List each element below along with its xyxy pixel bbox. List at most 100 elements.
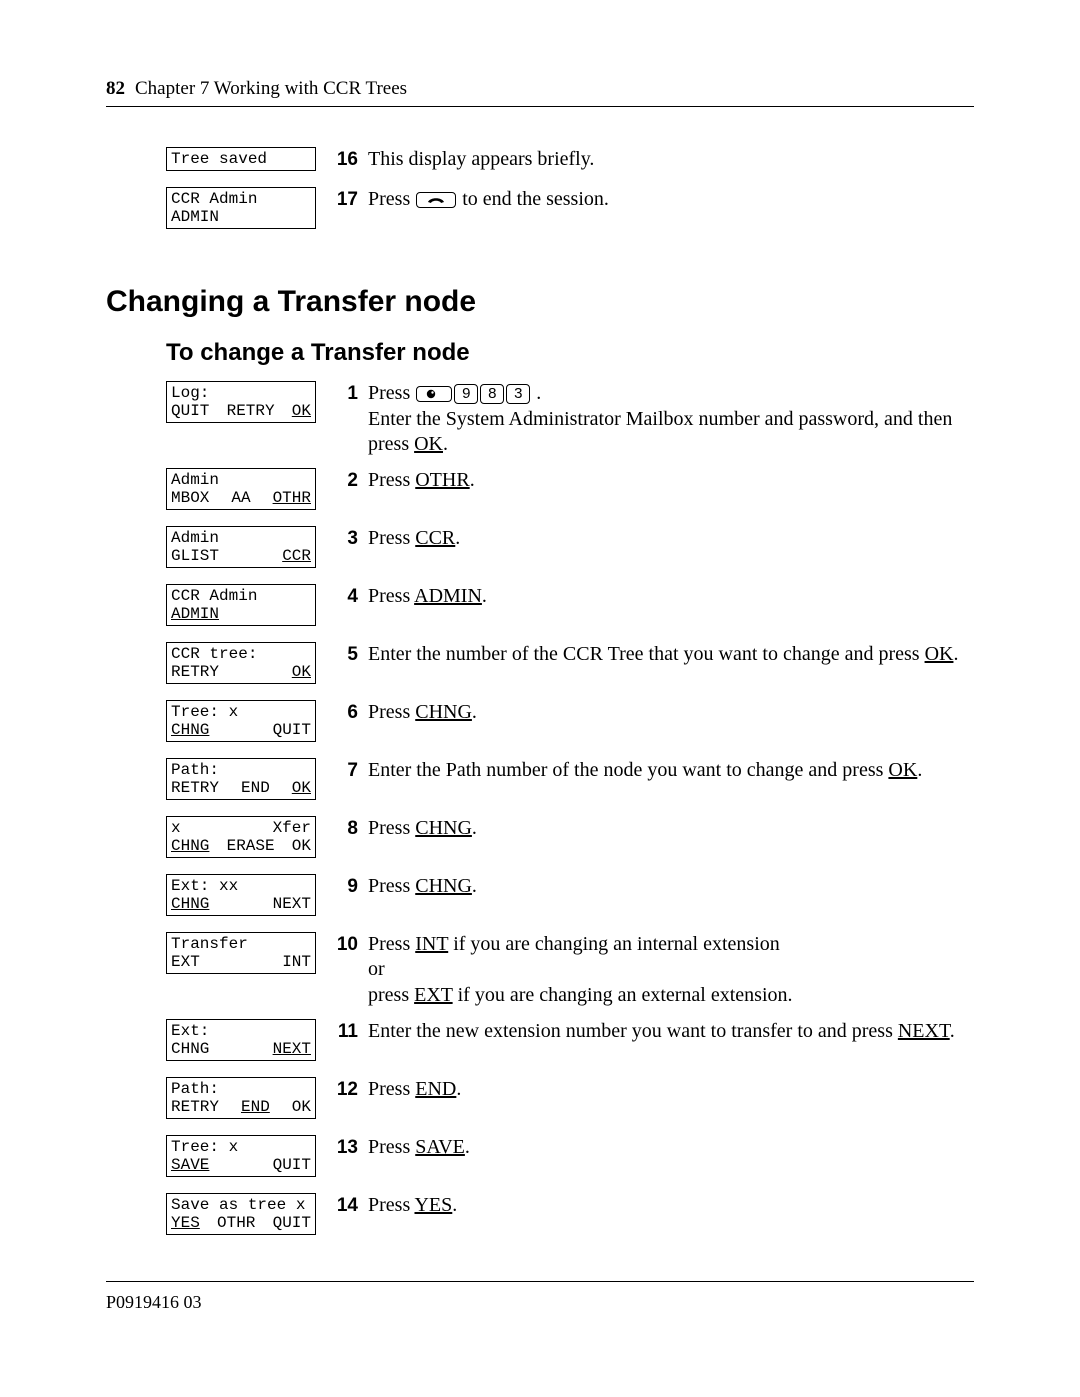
step-row: Ext: xxCHNGNEXT9Press CHNG. (166, 874, 974, 922)
lcd-text: Save as tree x (171, 1196, 305, 1214)
lcd-line: CCR Admin (171, 587, 311, 605)
lcd-column: TransferEXTINT (166, 932, 326, 1009)
lcd-softkey: OK (292, 779, 311, 797)
step-text: Enter the Path number of the node you wa… (368, 759, 888, 781)
subsection-title: To change a Transfer node (166, 339, 974, 367)
step-text: Press (368, 1078, 415, 1100)
step-row: CCR AdminADMIN17Press to end the session… (166, 187, 974, 235)
step-number: 2 (326, 468, 358, 516)
lcd-softkey: CCR (282, 547, 311, 565)
step-description: Press OTHR. (358, 468, 974, 516)
lcd-column: CCR AdminADMIN (166, 187, 326, 235)
lcd-softkey: END (241, 1098, 270, 1116)
step-text: Press (368, 933, 415, 955)
lcd-text: GLIST (171, 547, 219, 565)
lcd-text: EXT (171, 953, 200, 971)
step-description: Press 983 .Enter the System Administrato… (358, 381, 974, 458)
release-key-icon (416, 192, 456, 208)
lcd-line: Ext: (171, 1022, 311, 1040)
lcd-softkey: SAVE (171, 1156, 209, 1174)
lcd-display: AdminGLIST CCR (166, 526, 316, 568)
step-description: Press to end the session. (358, 187, 974, 235)
step-description: Enter the number of the CCR Tree that yo… (358, 642, 974, 690)
lcd-line: Admin (171, 529, 311, 547)
lcd-text: CHNG (171, 1040, 209, 1058)
lcd-line: CCR Admin (171, 190, 311, 208)
lcd-line: YESOTHRQUIT (171, 1214, 311, 1232)
chapter-label: Chapter 7 Working with CCR Trees (135, 78, 407, 100)
procedure-steps: Log:QUITRETRYOK1Press 983 .Enter the Sys… (166, 381, 974, 1241)
lcd-display: x Xfer CHNG ERASE OK (166, 816, 316, 858)
step-number: 8 (326, 816, 358, 864)
lcd-text: ERASE (227, 837, 275, 855)
lcd-softkey: OK (292, 663, 311, 681)
step-number: 10 (326, 932, 358, 1009)
step-row: Path:RETRYENDOK7Enter the Path number of… (166, 758, 974, 806)
rule-bottom (106, 1281, 974, 1282)
step-row: CCR tree:RETRYOK5Enter the number of the… (166, 642, 974, 690)
lcd-line: RETRYENDOK (171, 1098, 311, 1116)
step-description: Press CCR. (358, 526, 974, 574)
softkey-ref: YES (414, 1194, 452, 1216)
lcd-line: QUITRETRYOK (171, 402, 311, 420)
lcd-text: MBOX (171, 489, 209, 507)
lcd-display: Tree: xCHNGQUIT (166, 700, 316, 742)
step-text: if you are changing an internal extensio… (448, 933, 780, 955)
step-number: 1 (326, 381, 358, 458)
lcd-line: Tree: x (171, 703, 311, 721)
lcd-line: Log: (171, 384, 311, 402)
lcd-column: CCR tree:RETRYOK (166, 642, 326, 690)
lcd-display: Ext: xxCHNGNEXT (166, 874, 316, 916)
softkey-ref: EXT (414, 984, 453, 1006)
step-text: . (465, 1136, 470, 1158)
lcd-text: Xfer (273, 819, 311, 837)
lcd-softkey: OK (292, 402, 311, 420)
lcd-column: Log:QUITRETRYOK (166, 381, 326, 458)
step-description: Press CHNG. (358, 700, 974, 748)
step-text: . (472, 701, 477, 723)
lcd-text: x (171, 819, 181, 837)
lcd-display: Log:QUITRETRYOK (166, 381, 316, 423)
lcd-text: QUIT (171, 402, 209, 420)
step-text: . (472, 875, 477, 897)
step-text: . (443, 433, 448, 455)
lcd-text: END (241, 779, 270, 797)
softkey-ref: NEXT (898, 1020, 950, 1042)
lcd-line: ADMIN (171, 605, 311, 623)
lcd-display: TransferEXTINT (166, 932, 316, 974)
step-description: Press CHNG. (358, 816, 974, 864)
lcd-line: Tree saved (171, 150, 311, 168)
softkey-ref: CHNG (415, 817, 472, 839)
lcd-text: OTHR (217, 1214, 255, 1232)
lcd-display: CCR tree:RETRYOK (166, 642, 316, 684)
keycap-digit: 8 (480, 384, 504, 404)
lcd-text: CCR Admin (171, 190, 257, 208)
section-title: Changing a Transfer node (106, 285, 974, 319)
lcd-text: Tree: x (171, 1138, 238, 1156)
lcd-softkey: CHNG (171, 837, 209, 855)
rule-top (106, 106, 974, 107)
step-text: . (472, 817, 477, 839)
step-description: Enter the new extension number you want … (358, 1019, 974, 1067)
step-text: . (456, 1078, 461, 1100)
lcd-line: Tree: x (171, 1138, 311, 1156)
lcd-display: Path:RETRYENDOK (166, 758, 316, 800)
step-row: Tree: xCHNGQUIT6Press CHNG. (166, 700, 974, 748)
lcd-text: NEXT (273, 895, 311, 913)
lcd-display: CCR AdminADMIN (166, 187, 316, 229)
running-head: 82 Chapter 7 Working with CCR Trees (106, 78, 974, 100)
step-text: . (452, 1194, 457, 1216)
lcd-line: Admin (171, 471, 311, 489)
step-text: . (455, 527, 460, 549)
lcd-softkey: CHNG (171, 895, 209, 913)
softkey-ref: OK (414, 433, 443, 455)
softkey-ref: CHNG (415, 875, 472, 897)
lcd-text: OK (292, 837, 311, 855)
lcd-text: QUIT (273, 721, 311, 739)
step-text: Press (368, 701, 415, 723)
lcd-line: Path: (171, 761, 311, 779)
lcd-line: SAVEQUIT (171, 1156, 311, 1174)
lcd-line: Save as tree x (171, 1196, 311, 1214)
step-row: Tree saved16This display appears briefly… (166, 147, 974, 177)
lcd-column: Ext:CHNGNEXT (166, 1019, 326, 1067)
